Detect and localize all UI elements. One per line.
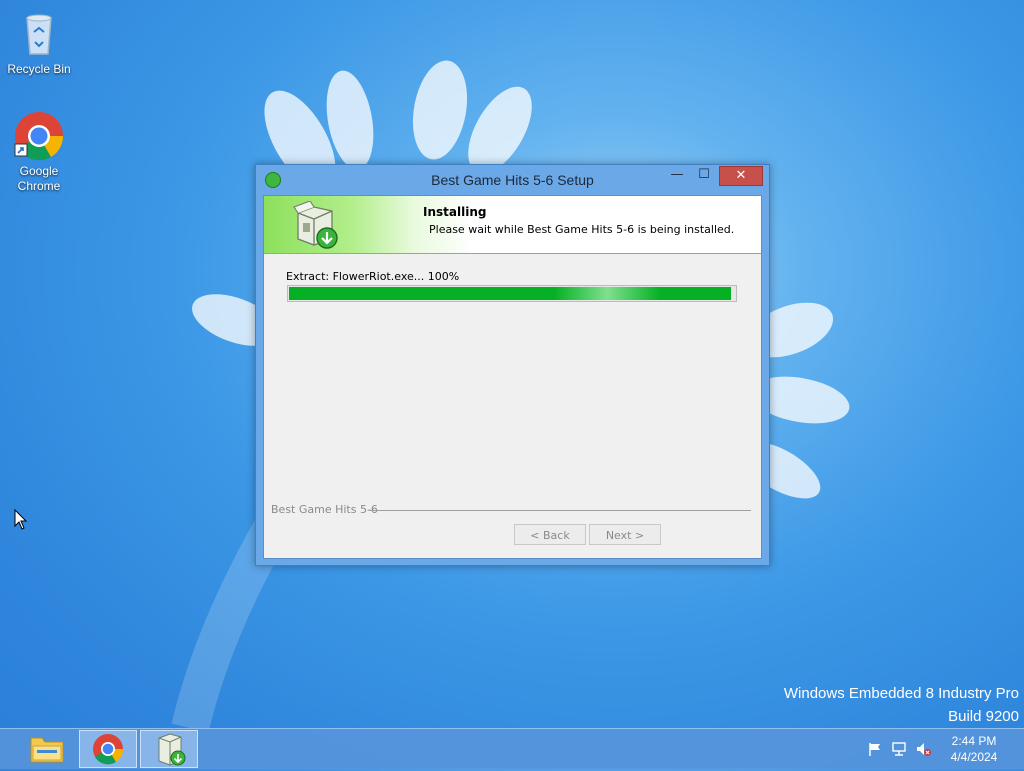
volume-muted-icon[interactable] [915,741,931,757]
clock-time: 2:44 PM [951,734,997,748]
progress-fill [289,287,731,300]
install-progress-bar [287,285,737,302]
google-chrome-label: Google Chrome [17,164,61,193]
footer-divider [369,510,751,511]
maximize-button[interactable]: ☐ [691,166,717,186]
mouse-cursor [14,509,28,530]
os-edition-text: Windows Embedded 8 Industry Pro [783,685,1019,702]
taskbar-setup-installer[interactable] [140,730,198,768]
install-status-text: Extract: FlowerRiot.exe... 100% [286,270,460,283]
recycle-bin-label: Recycle Bin [7,62,71,76]
setup-window: Best Game Hits 5-6 Setup — ☐ ✕ Installin… [255,164,770,566]
installer-taskbar-icon [158,733,186,766]
window-titlebar[interactable]: Best Game Hits 5-6 Setup — ☐ ✕ [256,165,769,195]
next-button[interactable]: Next > [589,524,661,545]
os-build-text: Build 9200 [948,708,1019,725]
system-clock[interactable]: 2:44 PM 4/4/2024 [940,733,1008,765]
minimize-button[interactable]: — [664,166,690,186]
chrome-taskbar-icon [93,734,124,765]
installer-heading: Installing [423,205,487,219]
close-button[interactable]: ✕ [719,166,763,186]
folder-icon [30,737,64,763]
taskbar-google-chrome[interactable] [79,730,137,768]
installer-header: Installing Please wait while Best Game H… [264,196,761,254]
recycle-bin-icon [13,8,65,60]
taskbar-file-explorer[interactable] [18,730,76,768]
back-button[interactable]: < Back [514,524,586,545]
window-client-area: Installing Please wait while Best Game H… [263,195,762,559]
package-install-icon [293,201,338,249]
chrome-icon [13,110,65,162]
branding-label: Best Game Hits 5-6 [271,503,378,516]
desktop-icon-google-chrome[interactable]: Google Chrome [1,110,77,194]
installer-subtext: Please wait while Best Game Hits 5-6 is … [429,223,735,236]
network-icon[interactable] [891,741,907,757]
action-center-flag-icon[interactable] [867,741,883,757]
taskbar: 2:44 PM 4/4/2024 [0,728,1024,769]
desktop-icon-recycle-bin[interactable]: Recycle Bin [1,8,77,77]
clock-date: 4/4/2024 [950,750,998,764]
